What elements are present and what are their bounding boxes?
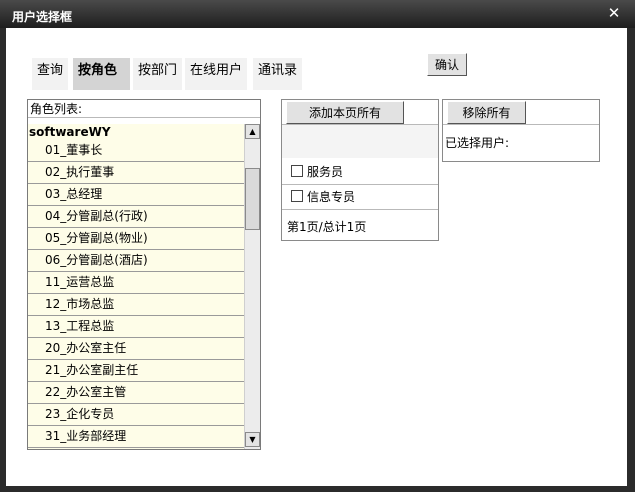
selected-users-panel: 移除所有 已选择用户: [442,99,600,162]
available-users-spacer [282,125,438,158]
user-checkbox[interactable] [291,190,303,202]
role-item[interactable]: 22_办公室主管 [28,382,244,404]
tab-by-role[interactable]: 按角色 [73,58,130,90]
role-item[interactable]: 04_分管副总(行政) [28,206,244,228]
role-list: softwareWY 01_董事长 02_执行董事 03_总经理 04_分管副总… [28,124,244,449]
scroll-up-icon[interactable]: ▲ [245,124,260,139]
confirm-button[interactable]: 确认 [427,53,467,76]
available-users-panel: 添加本页所有 服务员 信息专员 第1页/总计1页 [281,99,439,241]
remove-all-button[interactable]: 移除所有 [447,101,526,124]
role-item[interactable]: 20_办公室主任 [28,338,244,360]
role-item[interactable]: 02_执行董事 [28,162,244,184]
dialog-content: 查询 按角色 按部门 在线用户 通讯录 确认 角色列表: softwareWY … [6,28,627,486]
role-item[interactable]: 21_办公室副主任 [28,360,244,382]
role-list-panel: 角色列表: softwareWY 01_董事长 02_执行董事 03_总经理 0… [27,99,261,450]
role-list-scrollbar[interactable]: ▲ ▼ [244,124,260,449]
selected-users-label: 已选择用户: [445,136,510,150]
available-users-toolbar: 添加本页所有 [282,100,438,125]
close-icon[interactable]: ✕ [607,5,621,21]
user-row[interactable]: 服务员 [282,160,438,185]
tab-online-users[interactable]: 在线用户 [185,58,248,90]
user-selector-window: 用户选择框 ✕ 查询 按角色 按部门 在线用户 通讯录 确认 角色列表: sof… [0,0,635,492]
user-row[interactable]: 信息专员 [282,185,438,210]
role-list-header: 角色列表: [28,100,260,118]
tab-query[interactable]: 查询 [32,58,69,90]
add-page-all-button[interactable]: 添加本页所有 [286,101,404,124]
tab-by-department[interactable]: 按部门 [133,58,183,90]
window-title: 用户选择框 [12,10,73,24]
role-item[interactable]: 05_分管副总(物业) [28,228,244,250]
user-name: 服务员 [307,165,344,179]
role-item[interactable]: 01_董事长 [28,140,244,162]
selected-users-toolbar: 移除所有 [443,100,599,125]
tab-address-book[interactable]: 通讯录 [253,58,303,90]
role-item[interactable]: 12_市场总监 [28,294,244,316]
role-item[interactable]: 31_业务部经理 [28,426,244,448]
role-item[interactable]: 23_企化专员 [28,404,244,426]
role-item[interactable]: 13_工程总监 [28,316,244,338]
user-checkbox[interactable] [291,165,303,177]
page-indicator: 第1页/总计1页 [287,220,367,234]
user-name: 信息专员 [307,190,356,204]
role-item[interactable]: 11_运营总监 [28,272,244,294]
role-item[interactable]: 06_分管副总(酒店) [28,250,244,272]
role-tree-root[interactable]: softwareWY [28,124,244,140]
title-bar[interactable]: 用户选择框 ✕ [0,0,635,28]
role-item[interactable]: 03_总经理 [28,184,244,206]
scroll-down-icon[interactable]: ▼ [245,432,260,447]
scrollbar-thumb[interactable] [245,168,260,230]
